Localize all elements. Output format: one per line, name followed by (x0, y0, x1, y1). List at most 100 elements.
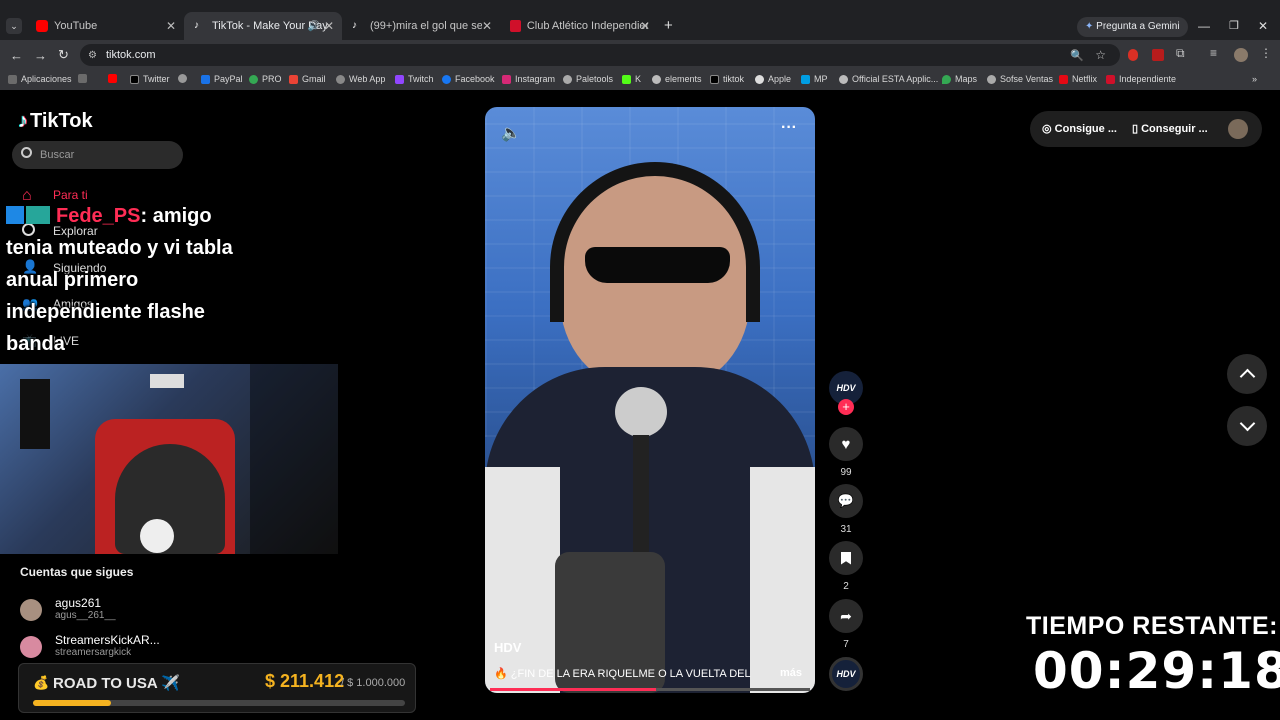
like-button[interactable]: ♥ 99 (829, 427, 863, 478)
speaker-icon[interactable]: 🔊 (308, 21, 320, 32)
video-author[interactable]: HDV (494, 640, 521, 655)
site-info-icon[interactable]: ⚙ (88, 50, 97, 61)
sofse-icon (987, 74, 996, 84)
video-caption: 🔥 ¿FIN DE LA ERA RIQUELME O LA VUELTA DE… (494, 668, 751, 680)
grid-icon (78, 74, 87, 83)
bookmark-youtube[interactable] (108, 74, 121, 83)
paypal-icon (201, 74, 210, 84)
bookmark-webapp[interactable]: Web App (336, 74, 385, 84)
bookmark-twitter[interactable]: Twitter (130, 74, 170, 84)
apps-grid-icon (8, 74, 17, 84)
tiktok-logo[interactable]: ♪ TikTok (18, 110, 93, 133)
bookmark-paypal[interactable]: PayPal (201, 74, 243, 84)
twitch-icon (395, 74, 404, 84)
heart-icon: ♥ (841, 435, 851, 453)
creator-avatar[interactable]: HDV + (829, 371, 863, 415)
chevron-down-icon (1239, 415, 1255, 432)
tab-youtube[interactable]: YouTube ✕ (26, 12, 184, 40)
chevron-up-icon (1239, 368, 1255, 385)
bookmark-pro[interactable]: PRO (249, 74, 282, 84)
follow-plus-icon[interactable]: + (838, 399, 854, 415)
media-control-icon[interactable]: ≡ (1210, 46, 1217, 60)
mercadopago-icon (801, 74, 810, 84)
bookmark-grid[interactable] (78, 74, 91, 83)
bookmark-esta[interactable]: Official ESTA Applic... (839, 74, 938, 84)
bookmark-star-icon[interactable]: ☆ (1095, 48, 1106, 62)
instagram-icon (502, 74, 511, 84)
previous-video-button[interactable] (1227, 354, 1267, 394)
address-bar[interactable]: ⚙ tiktok.com 🔍 ☆ (80, 44, 1120, 66)
whatsapp-icon (336, 74, 345, 84)
menu-icon[interactable]: ⋮ (1260, 46, 1272, 60)
video-progress-bar[interactable] (490, 688, 810, 691)
bookmark-sofse[interactable]: Sofse Ventas (987, 74, 1053, 84)
comment-icon: 💬 (837, 493, 855, 508)
bookmark-paletools[interactable]: Paletools (563, 74, 613, 84)
sound-disc[interactable]: HDV (829, 657, 863, 691)
close-tab-icon[interactable]: ✕ (482, 19, 492, 33)
esta-icon (839, 74, 848, 84)
extension-icon[interactable] (1152, 49, 1164, 61)
tiktok-note-icon: ♪ (18, 110, 28, 132)
zoom-icon[interactable]: 🔍 (1070, 49, 1084, 62)
bookmark-facebook[interactable]: Facebook (442, 74, 495, 84)
tab-search-button[interactable]: ⌄ (6, 18, 22, 34)
bookmark-elements[interactable]: elements (652, 74, 702, 84)
bookmark-aplicaciones[interactable]: Aplicaciones (8, 74, 72, 84)
puzzle-icon[interactable]: ⧉ (1176, 46, 1185, 61)
streamer-webcam (0, 364, 338, 554)
minimize-button[interactable]: — (1198, 19, 1210, 33)
save-count: 2 (843, 581, 849, 592)
close-window-button[interactable]: ✕ (1258, 19, 1268, 33)
pro-icon (249, 74, 258, 84)
microphone-stand (633, 435, 649, 555)
next-video-button[interactable] (1227, 406, 1267, 446)
share-button[interactable]: ➦ 7 (829, 599, 863, 650)
tab-tiktok-video[interactable]: ♪ (99+)mira el gol que se come r ✕ (342, 12, 500, 40)
comment-button[interactable]: 💬 31 (829, 484, 863, 535)
close-tab-icon[interactable]: ✕ (640, 19, 650, 33)
tab-independiente[interactable]: Club Atlético Independiente ✕ (500, 12, 658, 40)
get-coins-button[interactable]: ◎ Consigue ... (1042, 122, 1117, 135)
gmail-icon (289, 74, 298, 84)
video-progress-fill (490, 688, 657, 691)
maps-pin-icon (942, 74, 951, 84)
back-icon[interactable]: ← (10, 48, 23, 63)
bookmark-maps[interactable]: Maps (942, 74, 977, 84)
bookmarks-bar: Aplicaciones Twitter PayPal PRO Gmail We… (0, 70, 1280, 90)
new-tab-button[interactable]: + (664, 17, 673, 34)
tab-tiktok[interactable]: ♪ TikTok - Make Your Day 🔊 ✕ (184, 12, 342, 40)
apple-icon (755, 74, 764, 84)
more-options-icon[interactable]: ··· (781, 119, 797, 137)
countdown-timer: 00:29:18 (1033, 642, 1280, 700)
gemini-button[interactable]: ✦ Pregunta a Gemini (1077, 17, 1188, 37)
caption-more-link[interactable]: más (780, 667, 802, 679)
bookmark-independiente[interactable]: Independiente (1106, 74, 1176, 84)
bookmark-gmail[interactable]: Gmail (289, 74, 326, 84)
video-player[interactable]: 🔈 ··· HDV 🔥 ¿FIN DE LA ERA RIQUELME O LA… (485, 107, 815, 693)
reload-icon[interactable]: ↻ (58, 47, 69, 63)
elements-icon (652, 74, 661, 84)
bookmark-instagram[interactable]: Instagram (502, 74, 555, 84)
bookmark-netflix[interactable]: Netflix (1059, 74, 1097, 84)
extension-icon[interactable] (1128, 49, 1138, 61)
bookmark-twitch[interactable]: Twitch (395, 74, 434, 84)
tiktok-icon: ♪ (194, 20, 199, 31)
close-tab-icon[interactable]: ✕ (166, 19, 176, 33)
profile-avatar[interactable] (1234, 48, 1248, 62)
bookmark-circle[interactable] (178, 74, 191, 83)
close-tab-icon[interactable]: ✕ (324, 19, 334, 33)
save-button[interactable]: 2 (829, 541, 863, 592)
bookmark-apple[interactable]: Apple (755, 74, 791, 84)
sunglasses (585, 247, 730, 283)
bookmark-k[interactable]: K (622, 74, 641, 84)
forward-icon[interactable]: → (34, 48, 47, 63)
bookmarks-overflow-icon[interactable]: » (1252, 74, 1257, 84)
bookmark-mp[interactable]: MP (801, 74, 828, 84)
profile-avatar[interactable] (1228, 119, 1248, 139)
bookmark-tiktok[interactable]: tiktok (710, 74, 744, 84)
mute-icon[interactable]: 🔈 (501, 123, 521, 143)
restore-button[interactable]: ❐ (1229, 19, 1239, 32)
search-input[interactable]: Buscar (12, 141, 183, 169)
get-app-button[interactable]: ▯ Conseguir ... (1132, 122, 1208, 135)
